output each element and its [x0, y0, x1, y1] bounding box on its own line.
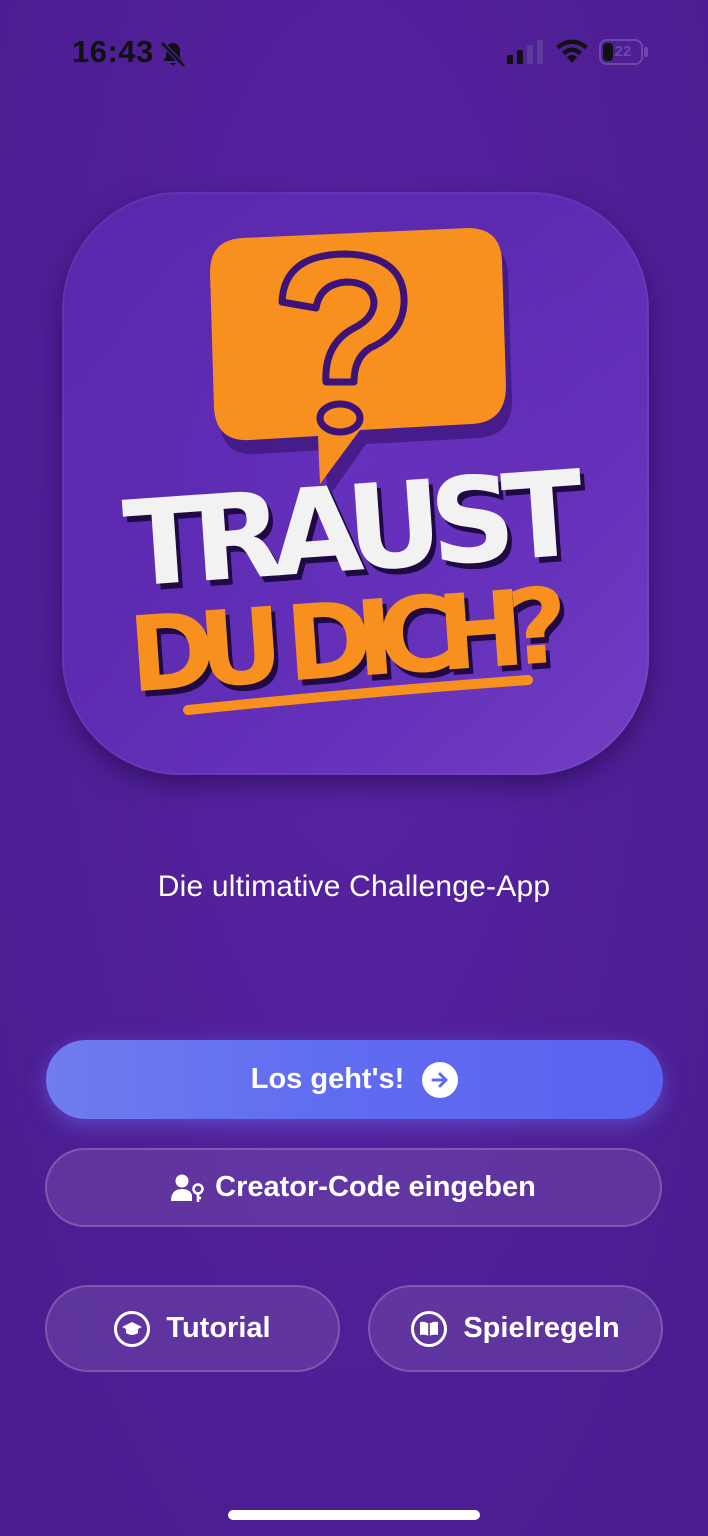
- graduation-cap-icon: [114, 1310, 151, 1347]
- tutorial-button-label: Tutorial: [166, 1312, 271, 1344]
- user-key-icon: [171, 1174, 204, 1202]
- creator-code-button[interactable]: Creator-Code eingeben: [45, 1148, 662, 1227]
- rules-button-label: Spielregeln: [463, 1312, 620, 1344]
- start-button[interactable]: Los geht's!: [46, 1040, 663, 1119]
- book-icon: [411, 1310, 448, 1347]
- battery-level: 22: [614, 43, 632, 60]
- app-logo: TRAUST TRAUST DU DICH? DU DICH?: [62, 192, 649, 775]
- wifi-icon: [556, 39, 588, 63]
- bell-off-icon: [160, 41, 186, 68]
- creator-code-button-label: Creator-Code eingeben: [215, 1171, 536, 1203]
- logo-artwork: TRAUST TRAUST DU DICH? DU DICH?: [62, 192, 649, 775]
- status-bar: 16:43 22: [0, 0, 708, 105]
- tutorial-button[interactable]: Tutorial: [45, 1285, 340, 1372]
- home-indicator[interactable]: [228, 1510, 480, 1520]
- start-button-label: Los geht's!: [250, 1063, 405, 1095]
- tagline: Die ultimative Challenge-App: [157, 870, 551, 903]
- arrow-right-circle-icon: [422, 1061, 459, 1098]
- status-time: 16:43: [72, 34, 154, 69]
- app-screen: 16:43 22 TRAUST TRAUST DU DICH? DU DICH?…: [0, 0, 708, 1536]
- rules-button[interactable]: Spielregeln: [368, 1285, 663, 1372]
- cellular-signal-icon: [507, 40, 543, 64]
